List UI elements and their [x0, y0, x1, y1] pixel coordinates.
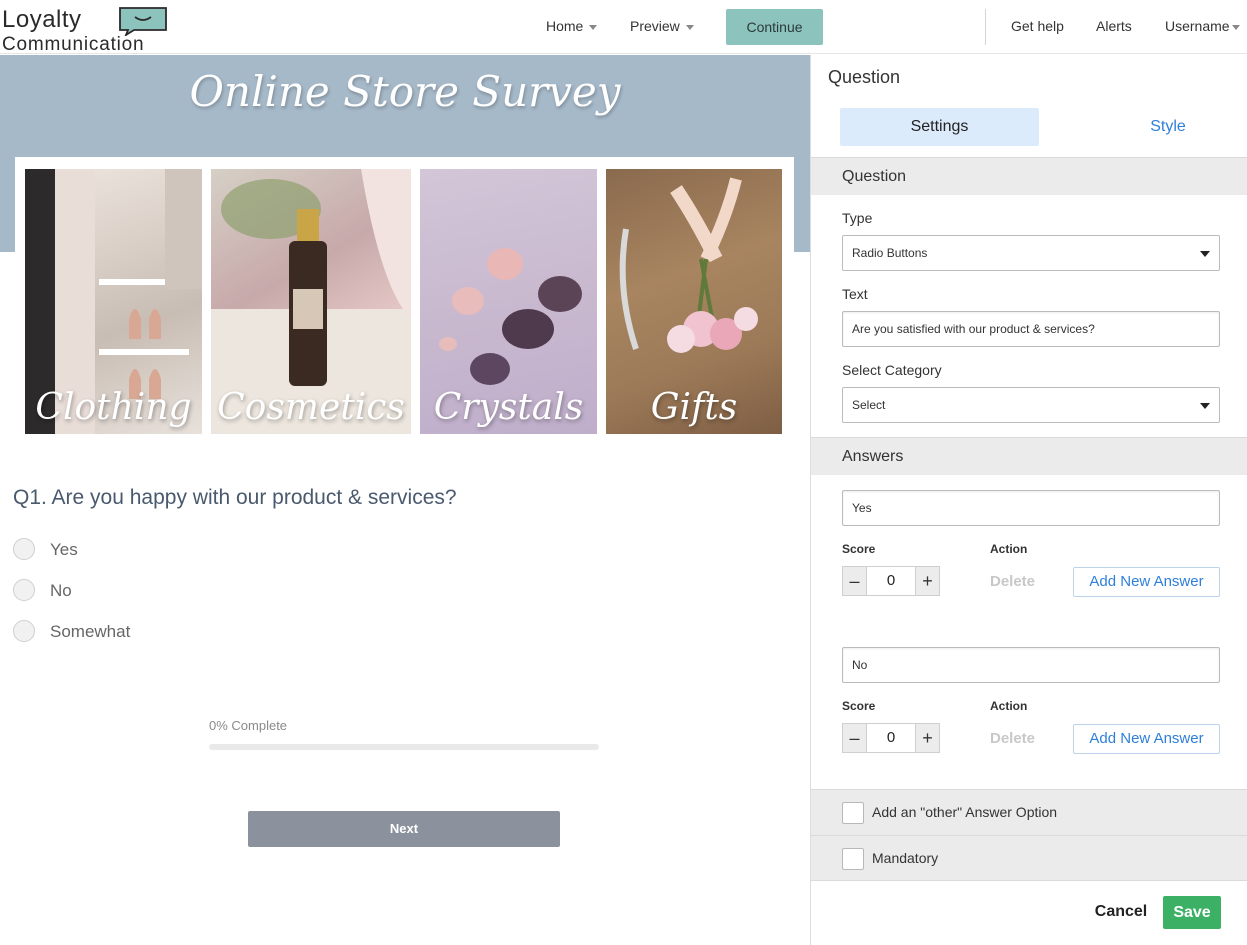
- section-title: Answers: [842, 448, 904, 465]
- chevron-down-icon: [685, 24, 694, 30]
- answer-input[interactable]: No: [842, 647, 1220, 683]
- mandatory-row[interactable]: Mandatory: [811, 835, 1247, 881]
- add-new-answer-button[interactable]: Add New Answer: [1073, 724, 1220, 754]
- category-select-value: Select: [852, 398, 886, 412]
- question-section-header: Question: [811, 157, 1247, 195]
- category-photo-crystals: Crystals: [420, 169, 597, 434]
- dropdown-arrow-icon: [1200, 403, 1210, 409]
- mandatory-checkbox[interactable]: [842, 848, 864, 870]
- category-caption: Crystals: [433, 387, 584, 428]
- section-title: Question: [842, 168, 907, 185]
- minus-icon[interactable]: –: [843, 724, 867, 752]
- score-label: Score: [842, 542, 876, 556]
- continue-button[interactable]: Continue: [726, 9, 823, 45]
- category-photo-gifts: Gifts: [606, 169, 782, 434]
- nav-preview[interactable]: Preview: [630, 18, 694, 34]
- type-select-value: Radio Buttons: [852, 246, 928, 260]
- minus-icon[interactable]: –: [843, 567, 867, 595]
- user-menu[interactable]: Username: [1165, 18, 1240, 34]
- score-label: Score: [842, 699, 876, 713]
- other-option-row[interactable]: Add an "other" Answer Option: [811, 789, 1247, 835]
- username-label: Username: [1165, 18, 1230, 34]
- plus-icon[interactable]: +: [915, 724, 939, 752]
- other-option-checkbox[interactable]: [842, 802, 864, 824]
- category-caption: Cosmetics: [217, 387, 405, 428]
- panel-title: Question: [828, 67, 901, 87]
- type-select[interactable]: Radio Buttons: [842, 235, 1220, 271]
- get-help-link[interactable]: Get help: [1011, 18, 1064, 34]
- category-photo-strip: Clothing Cosmetics Crystals Gifts: [15, 157, 794, 440]
- category-caption: Clothing: [35, 387, 192, 428]
- answer-label: Yes: [50, 540, 78, 559]
- progress-label: 0% Complete: [209, 718, 288, 733]
- next-button[interactable]: Next: [248, 811, 560, 847]
- chat-bubble-icon: [119, 7, 167, 36]
- category-label: Select Category: [842, 362, 942, 378]
- type-label: Type: [842, 210, 873, 226]
- answer-input[interactable]: Yes: [842, 490, 1220, 526]
- logo-text-line1: Loyalty: [2, 6, 82, 33]
- nav-preview-label: Preview: [630, 18, 680, 34]
- score-value[interactable]: 0: [867, 567, 915, 595]
- question-settings-panel: Question Settings Style Question Type Ra…: [810, 55, 1247, 945]
- answer-label: No: [50, 581, 72, 600]
- score-stepper[interactable]: – 0 +: [842, 566, 940, 596]
- survey-title: Online Store Survey: [189, 67, 621, 116]
- delete-answer-button[interactable]: Delete: [990, 573, 1035, 590]
- category-photo-clothing: Clothing: [25, 169, 202, 434]
- tab-style[interactable]: Style: [1118, 108, 1218, 146]
- tab-settings[interactable]: Settings: [840, 108, 1039, 146]
- save-button[interactable]: Save: [1163, 896, 1221, 929]
- radio-button[interactable]: [13, 579, 35, 601]
- action-label: Action: [990, 542, 1028, 556]
- category-caption: Gifts: [650, 387, 738, 428]
- chevron-down-icon: [589, 24, 598, 30]
- alerts-link[interactable]: Alerts: [1096, 18, 1132, 34]
- score-stepper[interactable]: – 0 +: [842, 723, 940, 753]
- footer-divider: [811, 880, 1247, 881]
- radio-button[interactable]: [13, 538, 35, 560]
- radio-button[interactable]: [13, 620, 35, 642]
- cancel-button[interactable]: Cancel: [1081, 896, 1161, 928]
- category-photo-cosmetics: Cosmetics: [211, 169, 411, 434]
- top-navigation-bar: Loyalty Communication Home Preview Conti…: [0, 0, 1247, 55]
- add-new-answer-button[interactable]: Add New Answer: [1073, 567, 1220, 597]
- category-select[interactable]: Select: [842, 387, 1220, 423]
- plus-icon[interactable]: +: [915, 567, 939, 595]
- logo-text-line2: Communication: [2, 34, 145, 55]
- question-text-input[interactable]: Are you satisfied with our product & ser…: [842, 311, 1220, 347]
- action-label: Action: [990, 699, 1028, 713]
- nav-divider: [985, 9, 986, 45]
- mandatory-label: Mandatory: [872, 850, 939, 866]
- answers-section-header: Answers: [811, 437, 1247, 475]
- nav-home-label: Home: [546, 18, 584, 34]
- other-option-label: Add an "other" Answer Option: [872, 804, 1058, 820]
- delete-answer-button[interactable]: Delete: [990, 730, 1035, 747]
- survey-preview: Online Store Survey Clothing Cosmetics C…: [0, 55, 810, 945]
- dropdown-arrow-icon: [1200, 251, 1210, 257]
- logo[interactable]: Loyalty Communication: [2, 4, 172, 55]
- answer-label: Somewhat: [50, 622, 131, 641]
- question-text: Q1. Are you happy with our product & ser…: [13, 486, 457, 509]
- progress-bar: [209, 744, 599, 750]
- text-label: Text: [842, 286, 868, 302]
- score-value[interactable]: 0: [867, 724, 915, 752]
- chevron-down-icon: [1231, 24, 1240, 30]
- nav-home[interactable]: Home: [546, 18, 598, 34]
